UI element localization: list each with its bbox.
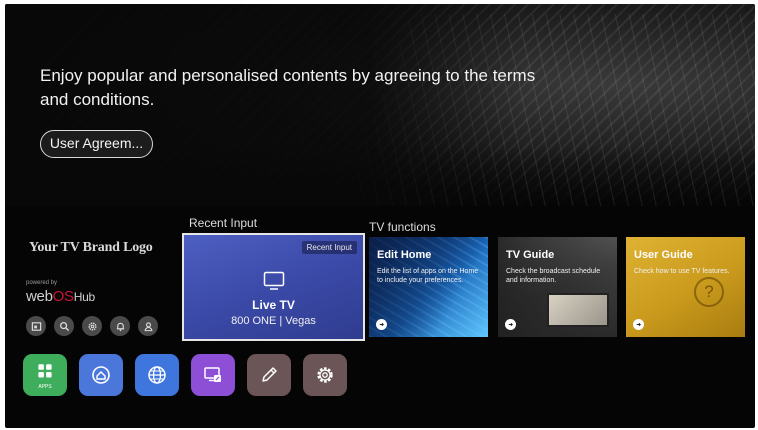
picture-icon[interactable] [26,316,46,336]
tv-guide-illustration [547,293,609,327]
home-dashboard-icon [92,366,110,384]
settings-icon[interactable] [82,316,102,336]
screen-share-app[interactable] [191,354,235,396]
arrow-right-icon [633,319,644,330]
recent-input-heading: Recent Input [189,216,258,230]
web-browser-app[interactable] [135,354,179,396]
settings-app[interactable] [303,354,347,396]
tv-guide-description: Check the broadcast schedule and informa… [506,268,601,284]
brand-logo: Your TV Brand Logo [29,240,153,255]
edit-home-title: Edit Home [377,249,432,261]
banner-message: Enjoy popular and personalised contents … [40,66,536,109]
tv-guide-title: TV Guide [506,249,555,261]
tv-icon [263,271,285,290]
recent-input-channel: 800 ONE | Vegas [231,315,316,327]
user-guide-title: User Guide [634,249,693,261]
webos-hub-logo: webOSHub [26,288,95,305]
apps-label: APPS [38,383,52,390]
apps-launcher[interactable]: APPS [23,354,67,396]
arrow-right-icon [376,319,387,330]
user-guide-description: Check how to use TV features. [634,268,730,275]
recent-input-card[interactable]: Recent Input Live TV 800 ONE | Vegas [182,233,365,341]
edit-home-description: Edit the list of apps on the Home to inc… [377,268,479,284]
tv-guide-card[interactable]: TV Guide Check the broadcast schedule an… [498,237,617,337]
tv-functions-heading: TV functions [369,220,436,234]
recent-input-title: Live TV [252,298,295,312]
account-icon[interactable] [138,316,158,336]
arrow-right-icon [505,319,516,330]
gear-icon [317,367,333,383]
home-app[interactable] [79,354,123,396]
edit-home-card[interactable]: Edit Home Edit the list of apps on the H… [369,237,488,337]
tv-home-screen: Enjoy popular and personalised contents … [5,4,755,428]
user-guide-card[interactable]: ? User Guide Check how to use TV feature… [626,237,745,337]
screen-share-icon [204,367,221,382]
question-mark-icon: ? [694,277,724,307]
globe-icon [148,366,166,384]
apps-grid-icon [38,363,52,377]
user-agreement-button[interactable]: User Agreem... [40,130,153,158]
notification-icon[interactable] [110,316,130,336]
edit-app[interactable] [247,354,291,396]
pencil-icon [262,367,277,382]
search-icon[interactable] [54,316,74,336]
powered-by-label: powered by [26,280,58,286]
quick-settings-bar [26,316,158,336]
recent-input-badge: Recent Input [301,241,357,254]
app-bar: APPS [23,354,347,396]
promo-banner: Enjoy popular and personalised contents … [5,4,755,206]
